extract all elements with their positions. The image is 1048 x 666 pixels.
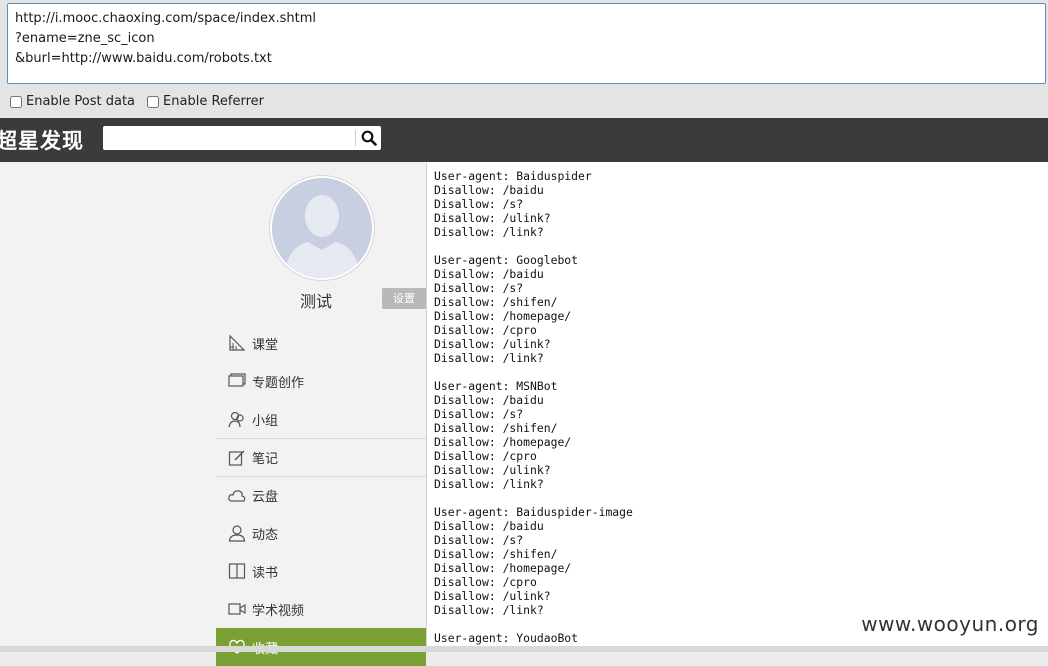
- menu-label: 小组: [252, 413, 279, 429]
- group-icon: [228, 410, 246, 428]
- profile-sidebar: 测试 设置 课堂 专题创作 小组 笔记 云盘 动态 读书 学术视频: [216, 162, 426, 666]
- search-box: [103, 126, 381, 152]
- topic-icon: [228, 372, 246, 390]
- default-avatar-icon: [272, 178, 372, 278]
- book-icon: [228, 562, 246, 580]
- content-frame: User-agent: Baiduspider Disallow: /baidu…: [426, 162, 1048, 646]
- hackbar: http://i.mooc.chaoxing.com/space/index.s…: [0, 0, 1048, 118]
- menu-item-video[interactable]: 学术视频: [216, 590, 426, 628]
- url-line: &burl=http://www.baidu.com/robots.txt: [15, 51, 272, 66]
- video-icon: [228, 600, 246, 618]
- referrer-option[interactable]: Enable Referrer: [147, 94, 264, 109]
- cloud-icon: [228, 487, 246, 505]
- options-row: Enable Post data Enable Referrer: [10, 94, 264, 109]
- url-line: http://i.mooc.chaoxing.com/space/index.s…: [15, 11, 316, 26]
- note-icon: [228, 449, 246, 467]
- url-textarea[interactable]: http://i.mooc.chaoxing.com/space/index.s…: [7, 3, 1046, 84]
- robots-txt-content: User-agent: Baiduspider Disallow: /baidu…: [434, 169, 633, 645]
- menu-label: 云盘: [252, 490, 279, 505]
- post-data-label: Enable Post data: [26, 94, 136, 109]
- menu-item-activity[interactable]: 动态: [216, 514, 426, 552]
- settings-button[interactable]: 设置: [382, 288, 426, 309]
- menu-label: 笔记: [252, 452, 279, 467]
- referrer-label: Enable Referrer: [163, 94, 264, 109]
- menu-label: 学术视频: [252, 603, 305, 619]
- menu-item-group[interactable]: 小组: [216, 400, 426, 438]
- menu-label: 读书: [252, 565, 279, 581]
- post-data-option[interactable]: Enable Post data: [10, 94, 135, 109]
- menu-item-note[interactable]: 笔记: [216, 438, 426, 476]
- menu-item-cloud[interactable]: 云盘: [216, 476, 426, 514]
- watermark: www.wooyun.org: [861, 612, 1039, 636]
- search-divider: [355, 130, 356, 146]
- user-icon: [228, 524, 246, 542]
- menu-label: 专题创作: [252, 375, 305, 391]
- menu-label: 动态: [252, 527, 279, 543]
- menu-item-topic[interactable]: 专题创作: [216, 362, 426, 400]
- side-menu: 课堂 专题创作 小组 笔记 云盘 动态 读书 学术视频: [216, 324, 426, 666]
- avatar[interactable]: [270, 176, 374, 280]
- search-button[interactable]: [357, 126, 381, 150]
- referrer-checkbox[interactable]: [147, 95, 160, 108]
- brand-logo[interactable]: 超星发现: [0, 125, 84, 155]
- url-line: ?ename=zne_sc_icon: [15, 31, 155, 46]
- search-input[interactable]: [103, 126, 357, 152]
- menu-item-reading[interactable]: 读书: [216, 552, 426, 590]
- bottom-scrollbar: [0, 646, 1048, 652]
- search-icon: [361, 130, 377, 146]
- classroom-icon: [228, 334, 246, 352]
- menu-item-classroom[interactable]: 课堂: [216, 324, 426, 362]
- left-panel: 测试 设置 课堂 专题创作 小组 笔记 云盘 动态 读书 学术视频: [0, 162, 426, 666]
- site-header: 超星发现: [0, 118, 1048, 162]
- post-data-checkbox[interactable]: [10, 95, 22, 108]
- menu-label: 课堂: [252, 337, 279, 353]
